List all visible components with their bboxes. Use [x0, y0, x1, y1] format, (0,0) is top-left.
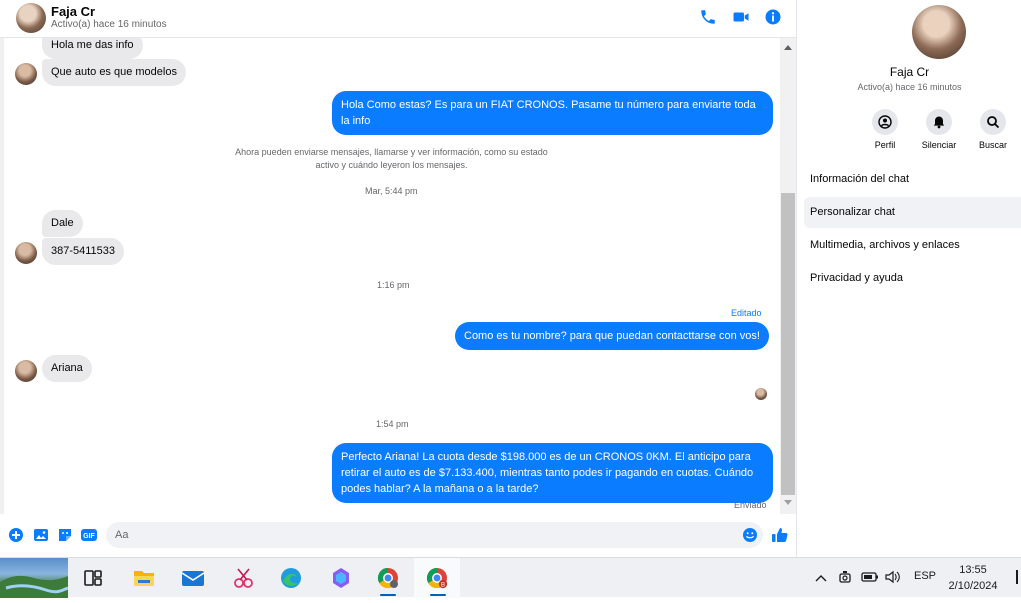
timestamp: Mar, 5:44 pm — [365, 186, 418, 196]
widgets-weather-thumbnail[interactable] — [0, 558, 69, 598]
outgoing-message: Como es tu nombre? para que puedan conta… — [455, 322, 769, 350]
svg-text:B: B — [441, 583, 445, 589]
speaker-icon[interactable] — [884, 570, 902, 584]
contact-status: Activo(a) hace 16 minutos — [51, 19, 167, 30]
message-input-box[interactable] — [106, 522, 763, 548]
chrome-profile-b-icon[interactable]: B — [424, 566, 450, 590]
landscape-icon — [0, 575, 69, 598]
profile-name: Faja Cr — [889, 65, 930, 79]
active-app-indicator — [430, 594, 446, 596]
outgoing-message: Hola Como estas? Es para un FIAT CRONOS.… — [332, 91, 773, 135]
incoming-message: Ariana — [42, 355, 92, 382]
timestamp: 1:16 pm — [377, 280, 410, 290]
system-notice-line: activo y cuándo leyeron los mensajes. — [315, 160, 468, 170]
battery-icon[interactable] — [861, 571, 879, 583]
incoming-message: Hola me das info — [42, 38, 143, 59]
search-icon — [987, 116, 1000, 129]
sidebar-item-chat-info[interactable]: Información del chat — [804, 164, 1021, 195]
task-view-icon[interactable] — [80, 566, 106, 590]
windows-taskbar: B ESP 13:55 2/10/2024 — [0, 557, 1021, 598]
sidebar-item-privacy-help[interactable]: Privacidad y ayuda — [804, 263, 1021, 294]
chat-panel: Faja Cr Activo(a) hace 16 minutos Hola m… — [0, 0, 797, 557]
search-action-label: Buscar — [978, 140, 1007, 150]
thumbs-up-icon[interactable] — [771, 526, 789, 544]
messenger-app: Faja Cr Activo(a) hace 16 minutos Hola m… — [0, 0, 1021, 557]
chrome-profile-icon[interactable] — [375, 566, 401, 590]
sidebar-item-media-files-links[interactable]: Multimedia, archivos y enlaces — [804, 230, 1021, 261]
camera-in-use-icon[interactable] — [838, 569, 852, 585]
contact-avatar[interactable] — [16, 3, 46, 33]
system-notice-line: Ahora pueden enviarse mensajes, llamarse… — [235, 147, 548, 157]
phone-call-icon[interactable] — [699, 8, 717, 26]
incoming-message: Que auto es que modelos — [42, 59, 186, 86]
clock-time: 13:55 — [959, 564, 987, 576]
show-desktop-edge[interactable] — [1016, 570, 1018, 584]
edge-browser-icon[interactable] — [278, 566, 304, 590]
edited-label[interactable]: Editado — [731, 308, 762, 318]
video-call-icon[interactable] — [732, 8, 750, 26]
sender-avatar[interactable] — [15, 63, 37, 85]
file-explorer-icon[interactable] — [131, 566, 157, 590]
profile-action-button[interactable] — [872, 109, 898, 135]
sidebar-item-customize-chat[interactable]: Personalizar chat — [804, 197, 1021, 228]
scroll-up-arrow-icon[interactable] — [784, 45, 792, 50]
active-app-indicator — [380, 594, 396, 596]
scrollbar-thumb[interactable] — [781, 193, 795, 495]
bell-icon — [933, 116, 945, 129]
sent-status: Enviado — [734, 500, 767, 510]
message-list[interactable]: Hola me das info Que auto es que modelos… — [4, 38, 780, 514]
profile-status: Activo(a) hace 16 minutos — [857, 82, 962, 92]
plus-circle-icon[interactable] — [8, 527, 24, 543]
search-action-button[interactable] — [980, 109, 1006, 135]
sender-avatar[interactable] — [15, 242, 37, 264]
timestamp: 1:54 pm — [376, 419, 409, 429]
snipping-tool-icon[interactable] — [230, 566, 256, 590]
mute-action[interactable]: Silenciar — [914, 109, 964, 150]
contact-name[interactable]: Faja Cr — [51, 4, 95, 19]
sender-avatar[interactable] — [15, 360, 37, 382]
composer: GIF — [0, 514, 796, 557]
info-icon[interactable] — [764, 8, 782, 26]
image-icon[interactable] — [33, 527, 49, 543]
chat-header: Faja Cr Activo(a) hace 16 minutos — [0, 0, 796, 38]
scroll-down-arrow-icon[interactable] — [784, 500, 792, 505]
system-notice: Ahora pueden enviarse mensajes, llamarse… — [204, 146, 579, 172]
read-receipt-avatar — [755, 388, 767, 400]
chat-info-sidebar: Faja Cr Activo(a) hace 16 minutos Perfil… — [798, 0, 1021, 557]
chevron-up-icon[interactable] — [815, 573, 827, 583]
profile-action-label: Perfil — [874, 140, 896, 150]
clock-date: 2/10/2024 — [948, 580, 998, 592]
emoji-icon[interactable] — [742, 527, 758, 543]
profile-action[interactable]: Perfil — [860, 109, 910, 150]
mute-action-label: Silenciar — [921, 140, 957, 150]
profile-avatar[interactable] — [912, 5, 966, 59]
gif-icon[interactable]: GIF — [80, 527, 98, 543]
mail-icon[interactable] — [180, 566, 206, 590]
svg-text:GIF: GIF — [83, 533, 95, 540]
mute-action-button[interactable] — [926, 109, 952, 135]
search-action[interactable]: Buscar — [968, 109, 1018, 150]
language-indicator[interactable]: ESP — [914, 570, 936, 582]
incoming-message: 387-5411533 — [42, 238, 125, 265]
incoming-message: Dale — [42, 210, 83, 237]
sticker-icon[interactable] — [57, 527, 73, 543]
outgoing-message: Perfecto Ariana! La cuota desde $198.000… — [332, 443, 773, 503]
user-circle-icon — [878, 115, 892, 129]
copilot-icon[interactable] — [328, 566, 354, 590]
message-input[interactable] — [106, 522, 706, 548]
system-clock[interactable]: 13:55 2/10/2024 — [940, 562, 1006, 594]
